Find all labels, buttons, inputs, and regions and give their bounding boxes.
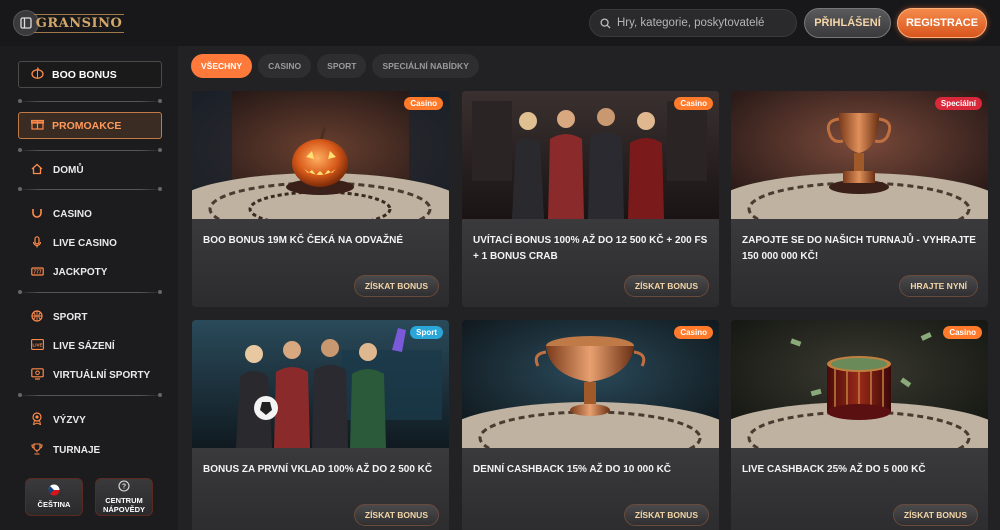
register-button[interactable]: REGISTRACE xyxy=(897,8,987,38)
promo-card-body: BONUS ZA PRVNÍ VKLAD 100% AŽ DO 2 500 KČ… xyxy=(192,448,449,530)
category-badge: Casino xyxy=(674,97,713,110)
svg-text:777: 777 xyxy=(33,269,42,275)
category-badge: Sport xyxy=(410,326,443,339)
brand-logo[interactable]: GRANSINO xyxy=(33,8,125,38)
filter-special-offers[interactable]: SPECIÁLNÍ NABÍDKY xyxy=(372,54,479,78)
get-bonus-button[interactable]: ZÍSKAT BONUS xyxy=(623,504,709,526)
promo-title: LIVE CASHBACK 25% AŽ DO 5 000 KČ xyxy=(742,464,926,475)
sidebar-item-label: LIVE SÁZENÍ xyxy=(53,340,115,352)
promo-card[interactable]: Speciální ZAPOJTE SE DO NAŠICH TURNAJŮ -… xyxy=(731,91,988,307)
promo-card-body: ZAPOJTE SE DO NAŠICH TURNAJŮ - VYHRAJTE … xyxy=(731,219,988,307)
help-icon: ? xyxy=(118,480,130,495)
sidebar: BOO BONUS PROMOAKCE DOMŮ CASINO LIVE CAS… xyxy=(0,46,178,530)
monitor-icon xyxy=(30,367,44,383)
microphone-icon xyxy=(30,235,44,251)
play-now-button[interactable]: HRAJTE NYNÍ xyxy=(899,275,978,297)
promo-title: BOO BONUS 19M KČ ČEKÁ NA ODVAŽNÉ xyxy=(203,235,404,246)
live-icon: LIVE xyxy=(30,339,44,353)
promo-card[interactable]: Sport BONUS ZA PRVNÍ VKLAD 100% AŽ DO 2 … xyxy=(192,320,449,530)
basketball-icon xyxy=(30,309,44,325)
get-bonus-button[interactable]: ZÍSKAT BONUS xyxy=(353,504,439,526)
horseshoe-icon xyxy=(30,207,44,222)
medal-icon xyxy=(30,412,44,428)
category-filters: VŠECHNY CASINO SPORT SPECIÁLNÍ NABÍDKY xyxy=(191,54,479,78)
sidebar-item-label: VÝZVY xyxy=(53,414,86,426)
promo-title: DENNÍ CASHBACK 15% AŽ DO 10 000 KČ xyxy=(473,464,672,475)
category-badge: Casino xyxy=(674,326,713,339)
sidebar-item-label: LIVE CASINO xyxy=(53,237,117,249)
sidebar-divider xyxy=(18,290,162,294)
search-bar[interactable] xyxy=(589,9,797,37)
boo-bonus-label: BOO BONUS xyxy=(52,68,117,81)
category-badge: Casino xyxy=(404,97,443,110)
sidebar-item-virtual-sports[interactable]: VIRTUÁLNÍ SPORTY xyxy=(30,366,150,384)
promo-image-money-drum: Casino xyxy=(731,320,988,448)
promo-title: BONUS ZA PRVNÍ VKLAD 100% AŽ DO 2 500 KČ xyxy=(203,464,433,475)
promo-image-sport-fans: Sport xyxy=(192,320,449,448)
get-bonus-button[interactable]: ZÍSKAT BONUS xyxy=(623,275,709,297)
promo-image-pumpkin: Casino xyxy=(192,91,449,219)
filter-casino[interactable]: CASINO xyxy=(258,54,312,78)
sidebar-toggle-icon xyxy=(20,17,32,29)
sidebar-item-label: JACKPOTY xyxy=(53,266,108,278)
search-icon xyxy=(600,17,611,29)
language-label: ČEŠTINA xyxy=(37,500,71,510)
get-bonus-button[interactable]: ZÍSKAT BONUS xyxy=(892,504,978,526)
sidebar-item-tournaments[interactable]: TURNAJE xyxy=(30,441,100,459)
sidebar-item-casino[interactable]: CASINO xyxy=(30,205,92,223)
sidebar-item-label: DOMŮ xyxy=(53,164,84,176)
get-bonus-button[interactable]: ZÍSKAT BONUS xyxy=(353,275,439,297)
sidebar-item-label: VIRTUÁLNÍ SPORTY xyxy=(53,369,151,381)
sidebar-item-challenges[interactable]: VÝZVY xyxy=(30,411,86,429)
category-badge: Speciální xyxy=(934,97,982,110)
promo-image-trophy: Speciální xyxy=(731,91,988,219)
promo-card[interactable]: Casino DENNÍ CASHBACK 15% AŽ DO 10 000 K… xyxy=(462,320,719,530)
promo-card-body: LIVE CASHBACK 25% AŽ DO 5 000 KČ ZÍSKAT … xyxy=(731,448,988,530)
trophy-icon xyxy=(30,442,44,458)
home-icon xyxy=(30,163,44,178)
filter-sport[interactable]: SPORT xyxy=(317,54,367,78)
sidebar-divider xyxy=(18,148,162,152)
sidebar-promo[interactable]: PROMOAKCE xyxy=(18,112,162,139)
jackpot-icon: 777 xyxy=(30,265,44,280)
promo-card[interactable]: Casino UVÍTACÍ BONUS 100% AŽ DO 12 500 K… xyxy=(462,91,719,307)
sidebar-item-home[interactable]: DOMŮ xyxy=(30,161,84,179)
svg-text:?: ? xyxy=(122,484,126,491)
promo-title: ZAPOJTE SE DO NAŠICH TURNAJŮ - VYHRAJTE … xyxy=(742,235,976,262)
login-button[interactable]: PŘIHLÁŠENÍ xyxy=(804,8,891,38)
sidebar-boo-bonus[interactable]: BOO BONUS xyxy=(18,61,162,88)
promo-card-body: UVÍTACÍ BONUS 100% AŽ DO 12 500 KČ + 200… xyxy=(462,219,719,307)
promo-card[interactable]: Casino BOO BONUS 19M KČ ČEKÁ NA ODVAŽNÉ … xyxy=(192,91,449,307)
svg-text:LIVE: LIVE xyxy=(32,342,42,347)
promo-card-body: BOO BONUS 19M KČ ČEKÁ NA ODVAŽNÉ ZÍSKAT … xyxy=(192,219,449,307)
pumpkin-icon xyxy=(31,67,44,82)
promo-card[interactable]: Casino LIVE CASHBACK 25% AŽ DO 5 000 KČ … xyxy=(731,320,988,530)
sidebar-divider xyxy=(18,187,162,191)
top-header: GRANSINO PŘIHLÁŠENÍ REGISTRACE xyxy=(0,0,1000,46)
promo-image-group: Casino xyxy=(462,91,719,219)
gift-icon xyxy=(30,118,45,133)
sidebar-divider xyxy=(18,99,162,103)
promo-image-cashback-cup: Casino xyxy=(462,320,719,448)
promo-title: UVÍTACÍ BONUS 100% AŽ DO 12 500 KČ + 200… xyxy=(473,235,708,262)
sidebar-item-label: TURNAJE xyxy=(53,444,101,456)
czech-flag-icon xyxy=(48,484,60,499)
sidebar-item-label: CASINO xyxy=(53,208,92,220)
promo-card-body: DENNÍ CASHBACK 15% AŽ DO 10 000 KČ ZÍSKA… xyxy=(462,448,719,530)
logo-text: GRANSINO xyxy=(33,13,125,33)
sidebar-divider xyxy=(18,393,162,397)
promo-label: PROMOAKCE xyxy=(52,119,122,132)
help-center-button[interactable]: ? CENTRUM NÁPOVĚDY xyxy=(95,478,153,516)
sidebar-item-sport[interactable]: SPORT xyxy=(30,308,87,326)
search-input[interactable] xyxy=(617,17,787,29)
language-button[interactable]: ČEŠTINA xyxy=(25,478,83,516)
sidebar-item-live-betting[interactable]: LIVE LIVE SÁZENÍ xyxy=(30,337,115,355)
sidebar-item-jackpots[interactable]: 777 JACKPOTY xyxy=(30,263,107,281)
sidebar-item-live-casino[interactable]: LIVE CASINO xyxy=(30,234,117,252)
filter-all[interactable]: VŠECHNY xyxy=(191,54,253,78)
promotions-main: VŠECHNY CASINO SPORT SPECIÁLNÍ NABÍDKY C… xyxy=(178,46,1000,530)
help-label: CENTRUM NÁPOVĚDY xyxy=(102,496,146,514)
category-badge: Casino xyxy=(943,326,982,339)
sidebar-item-label: SPORT xyxy=(53,311,88,323)
